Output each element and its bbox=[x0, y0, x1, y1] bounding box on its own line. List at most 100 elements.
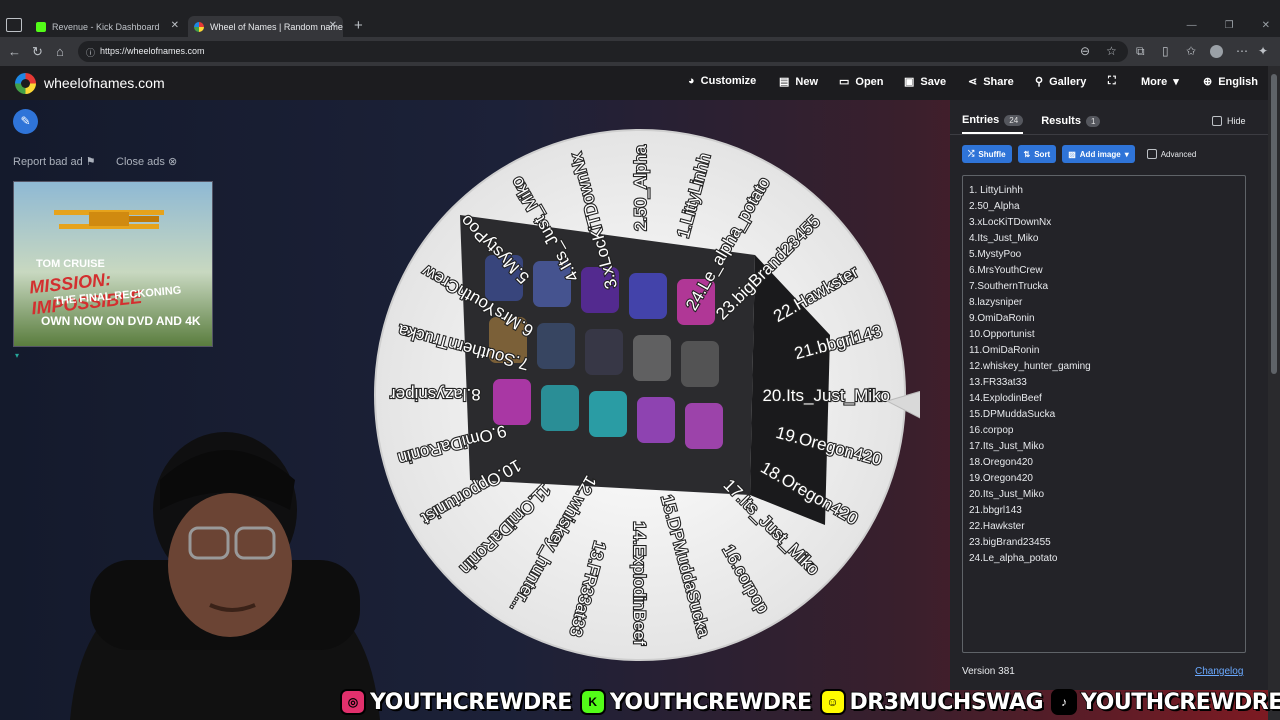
gallery-label: Gallery bbox=[1049, 75, 1087, 88]
save-icon: ▣ bbox=[904, 76, 915, 88]
tab-title: Wheel of Names | Random name bbox=[210, 21, 343, 32]
copilot-icon[interactable]: ✦ bbox=[1258, 44, 1268, 58]
deck-key bbox=[493, 379, 531, 425]
gallery-button[interactable]: ⚲ Gallery bbox=[1035, 75, 1087, 89]
close-window-icon[interactable]: ✕ bbox=[1262, 20, 1270, 31]
maximize-icon[interactable]: ❐ bbox=[1225, 20, 1234, 31]
close-circle-icon: ⊗ bbox=[167, 156, 178, 168]
chevron-down-icon: ▾ bbox=[1124, 149, 1129, 159]
tab-kick-dashboard[interactable]: Revenue - Kick Dashboard ✕ bbox=[30, 16, 185, 37]
advertisement-banner[interactable]: TOM CRUISE MISSION: IMPOSSIBLE THE FINAL… bbox=[13, 181, 213, 347]
site-logo-icon[interactable] bbox=[15, 73, 36, 94]
tab-title: Revenue - Kick Dashboard bbox=[52, 21, 160, 32]
minimize-icon[interactable]: — bbox=[1187, 20, 1197, 31]
back-icon[interactable]: ← bbox=[8, 44, 21, 59]
entry-line: 7.SouthernTrucka bbox=[969, 281, 1049, 292]
wheel-segment-label: 14.ExplodinBeef bbox=[630, 521, 649, 645]
entry-line: 13.FR33at33 bbox=[969, 377, 1027, 388]
address-toolbar: ← ↻ ⌂ ⓘ https://wheelofnames.com ⊖ ☆ ⧉ ▯… bbox=[0, 37, 1280, 66]
deck-key bbox=[541, 385, 579, 431]
deck-key bbox=[537, 323, 575, 369]
share-button[interactable]: ⋖ Share bbox=[968, 75, 1014, 89]
window-controls: — ❐ ✕ bbox=[1187, 20, 1270, 31]
wheel-segment-label: 8.lazysniper bbox=[390, 385, 481, 404]
settings-menu-icon[interactable]: ⋯ bbox=[1236, 44, 1248, 58]
tab-entries[interactable]: Entries 24 bbox=[962, 114, 1024, 134]
deck-key bbox=[685, 403, 723, 449]
add-image-label: Add image bbox=[1079, 149, 1121, 159]
site-info-icon[interactable]: ⓘ bbox=[86, 46, 95, 59]
advanced-checkbox[interactable] bbox=[1146, 149, 1157, 159]
hide-toggle[interactable]: Hide bbox=[1212, 116, 1246, 126]
report-bad-ad-link[interactable]: Report bad ad ⚑ bbox=[13, 155, 96, 168]
close-tab-icon[interactable]: ✕ bbox=[171, 20, 179, 31]
scrollbar-thumb[interactable] bbox=[1271, 74, 1277, 374]
new-file-icon: ▤ bbox=[779, 76, 790, 88]
tiktok-icon: ♪ bbox=[1051, 689, 1078, 715]
hide-checkbox[interactable] bbox=[1212, 116, 1222, 126]
entry-line: 16.corpop bbox=[969, 425, 1014, 436]
advanced-label: Advanced bbox=[1160, 149, 1197, 159]
open-button[interactable]: ▭ Open bbox=[839, 75, 884, 89]
share-icon: ⋖ bbox=[968, 76, 978, 88]
entry-actions: ⤮ Shuffle ⇅ Sort ▨ Add image ▾ Advanced bbox=[962, 145, 1196, 163]
entry-line: 22.Hawkster bbox=[969, 521, 1025, 532]
new-button[interactable]: ▤ New bbox=[779, 75, 819, 89]
home-icon[interactable]: ⌂ bbox=[56, 44, 64, 59]
advanced-toggle[interactable]: Advanced bbox=[1146, 149, 1197, 159]
chevron-down-icon: ▾ bbox=[1173, 76, 1179, 88]
tab-entries-label: Entries bbox=[962, 114, 1000, 126]
image-icon: ▨ bbox=[1068, 149, 1076, 159]
entry-line: 5.MystyPoo bbox=[969, 249, 1022, 260]
extensions-icon[interactable]: ⧉ bbox=[1136, 44, 1145, 59]
shuffle-button[interactable]: ⤮ Shuffle bbox=[962, 145, 1012, 163]
entry-line: 4.Its_Just_Miko bbox=[969, 233, 1039, 244]
new-tab-icon[interactable]: + bbox=[354, 17, 363, 34]
customize-button[interactable]: ◕ Customize bbox=[688, 75, 756, 87]
tab-results[interactable]: Results 1 bbox=[1041, 114, 1101, 134]
add-image-button[interactable]: ▨ Add image ▾ bbox=[1062, 145, 1135, 163]
site-brand[interactable]: wheelofnames.com bbox=[44, 75, 165, 91]
palette-icon: ◕ bbox=[688, 75, 695, 87]
entry-line: 14.ExplodinBeef bbox=[969, 393, 1042, 404]
url-field[interactable]: ⓘ https://wheelofnames.com bbox=[78, 41, 1128, 62]
panel-divider bbox=[950, 134, 1268, 135]
entries-count-badge: 24 bbox=[1004, 114, 1024, 126]
more-menu[interactable]: More ▾ bbox=[1141, 75, 1179, 89]
close-tab-icon[interactable]: ✕ bbox=[329, 20, 337, 31]
kick-icon: K bbox=[579, 689, 606, 715]
fullscreen-button[interactable]: ⛶ bbox=[1108, 75, 1116, 88]
tab-wheel-of-names[interactable]: Wheel of Names | Random name ✕ bbox=[188, 16, 343, 37]
results-count-badge: 1 bbox=[1085, 115, 1101, 127]
browser-tabstrip: Revenue - Kick Dashboard ✕ Wheel of Name… bbox=[0, 0, 1280, 37]
adchoices-icon[interactable]: ▾ bbox=[15, 351, 19, 360]
reader-icon[interactable]: ⊖ bbox=[1080, 44, 1090, 58]
version-label: Version 381 bbox=[962, 666, 1015, 677]
edit-pencil-button[interactable]: ✎ bbox=[13, 109, 38, 134]
entries-textarea[interactable]: 1. LittyLinhh 2.50_Alpha 3.xLocKiTDownNx 4.… bbox=[962, 175, 1246, 653]
split-screen-icon[interactable]: ▯ bbox=[1162, 44, 1169, 58]
favorites-bar-icon[interactable]: ✩ bbox=[1186, 44, 1196, 58]
search-icon: ⚲ bbox=[1035, 76, 1044, 88]
sort-button[interactable]: ⇅ Sort bbox=[1017, 145, 1057, 163]
entry-line: 2.50_Alpha bbox=[969, 201, 1020, 212]
globe-icon: ⊕ bbox=[1203, 76, 1213, 88]
entry-line: 20.Its_Just_Miko bbox=[969, 489, 1045, 500]
profile-avatar-icon[interactable] bbox=[1210, 45, 1223, 58]
tab-actions-icon[interactable] bbox=[6, 18, 22, 32]
wheel-of-names[interactable]: 1.LittyLinhh2.50_Alpha3.xLocKiTDownNx4.I… bbox=[360, 125, 920, 685]
reload-icon[interactable]: ↻ bbox=[32, 44, 43, 60]
close-ads-link[interactable]: Close ads ⊗ bbox=[116, 155, 177, 168]
deck-key bbox=[637, 397, 675, 443]
page-scrollbar[interactable] bbox=[1268, 66, 1280, 720]
language-selector[interactable]: ⊕ English bbox=[1203, 75, 1258, 89]
share-label: Share bbox=[983, 75, 1014, 88]
favorite-icon[interactable]: ☆ bbox=[1106, 44, 1117, 58]
tab-results-label: Results bbox=[1041, 115, 1081, 127]
streamer-webcam bbox=[70, 432, 380, 720]
pencil-icon: ✎ bbox=[20, 114, 31, 128]
new-label: New bbox=[795, 75, 819, 88]
deck-key bbox=[629, 273, 667, 319]
changelog-link[interactable]: Changelog bbox=[1195, 666, 1243, 677]
save-button[interactable]: ▣ Save bbox=[904, 75, 946, 89]
